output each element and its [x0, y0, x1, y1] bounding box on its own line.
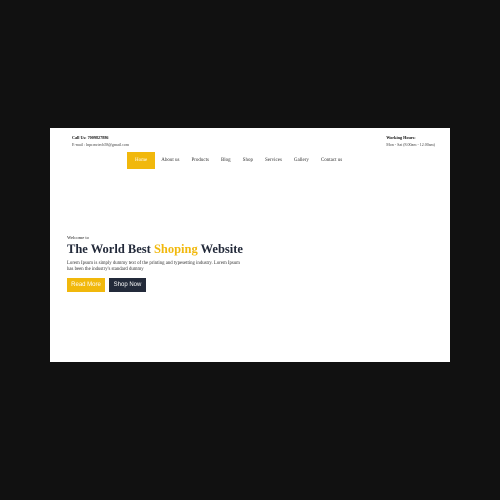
hero-buttons: Read More Shop Now — [67, 278, 267, 292]
hero-title: The World Best Shoping Website — [67, 243, 267, 256]
nav-item-shop[interactable]: Shop — [237, 152, 259, 169]
nav-item-about-us[interactable]: About us — [155, 152, 185, 169]
nav-item-gallery[interactable]: Gallery — [288, 152, 315, 169]
working-hours-value: Mon - Sat (8.00am - 12.00am) — [386, 142, 435, 147]
email-text: E-mail : lnpr.mrtech58@gmail.com — [72, 142, 130, 147]
working-hours: Working Hours: Mon - Sat (8.00am - 12.00… — [386, 134, 435, 148]
read-more-button[interactable]: Read More — [67, 278, 105, 292]
main-nav: Home About us Products Blog Shop Service… — [127, 152, 348, 169]
shop-now-button[interactable]: Shop Now — [109, 278, 146, 292]
hero-title-part2: Website — [197, 242, 243, 256]
hero-section: Welcome to The World Best Shoping Websit… — [67, 235, 267, 292]
contact-info: Call Us: 7009827886 E-mail : lnpr.mrtech… — [72, 134, 129, 148]
hero-title-accent: Shoping — [153, 242, 198, 256]
nav-item-blog[interactable]: Blog — [215, 152, 237, 169]
nav-item-services[interactable]: Services — [259, 152, 288, 169]
hero-title-part1: The World Best — [67, 242, 154, 256]
working-hours-title: Working Hours: — [386, 135, 416, 140]
hero-description: Lorem Ipsum is simply dummy text of the … — [67, 261, 240, 272]
nav-item-contact-us[interactable]: Contact us — [315, 152, 348, 169]
webpage-viewport: Call Us: 7009827886 E-mail : lnpr.mrtech… — [50, 128, 450, 362]
nav-item-home[interactable]: Home — [127, 152, 156, 169]
hero-welcome-text: Welcome to — [67, 235, 89, 240]
nav-item-products[interactable]: Products — [185, 152, 215, 169]
phone-text: Call Us: 7009827886 — [72, 135, 109, 140]
